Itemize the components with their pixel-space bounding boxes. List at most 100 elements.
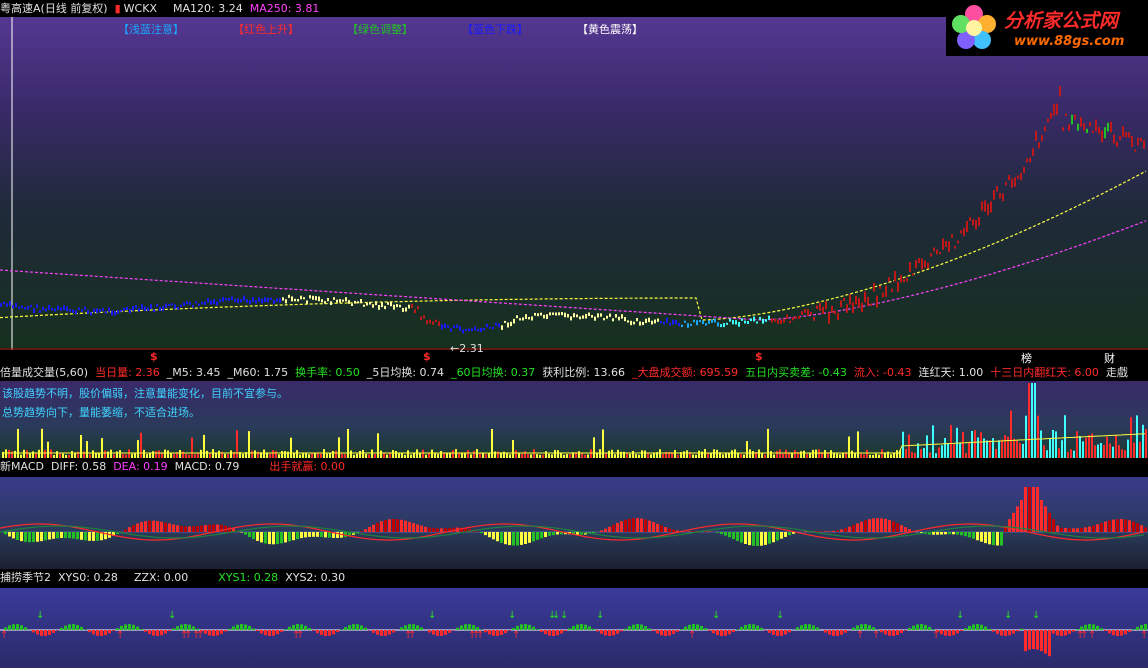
season-name[interactable]: 捕捞季节2 [0, 571, 51, 584]
season-bar [640, 624, 643, 630]
price-candle [972, 219, 974, 226]
season-bar [140, 629, 143, 630]
macd-panel[interactable] [0, 477, 1148, 569]
season-bar [724, 630, 727, 636]
season-bar [100, 630, 103, 636]
dollar-marker-2[interactable]: $ [423, 350, 431, 363]
stock-title[interactable]: 粤高速A(日线 前复权) [0, 2, 108, 15]
price-candle [567, 314, 569, 318]
price-candle [345, 297, 347, 302]
season-bar [1032, 630, 1035, 649]
volume-name[interactable]: 倍量成交量(5,60) [0, 366, 88, 379]
macd-bar [1068, 528, 1071, 532]
price-candle [957, 240, 959, 244]
macd-bar [824, 531, 827, 532]
macd-bar [396, 519, 399, 532]
macd-bar [820, 531, 823, 532]
macd-bar [240, 532, 243, 533]
volume-bar [995, 448, 997, 458]
price-candle [309, 295, 311, 299]
volume-bar [206, 450, 208, 458]
indicator-name[interactable]: WCKX [124, 2, 157, 15]
volume-bar [815, 449, 817, 458]
dollar-marker-1[interactable]: $ [150, 350, 158, 363]
price-candle [633, 321, 635, 325]
price-candle [723, 323, 725, 328]
season-bar [948, 630, 951, 636]
price-candle [870, 303, 872, 306]
price-candle [522, 317, 524, 321]
volume-bar [407, 450, 409, 458]
macd-bar [420, 525, 423, 532]
season-bar [256, 630, 259, 631]
volume-bar [1088, 435, 1090, 458]
volume-bar [758, 449, 760, 458]
volume-bar [230, 450, 232, 458]
macd-bar [176, 525, 179, 532]
season-panel[interactable]: ↑ ↓ ↑ ↓ ↑ ↑ ↑ ↑ ↑ ↑ ↑ ↑ ↓ ↑ ↑ ↑ ↓ ↑ ↓ ↓ ↓ ↓ ↑ ↓ ↓ ↑ ↑ ↑ ↓ ↓ ↓ ↑ ↑ ↑ ↑ [0, 588, 1148, 668]
price-candle [516, 315, 518, 319]
price-candle [594, 316, 596, 321]
price-candle [291, 296, 293, 302]
macd-bar [28, 532, 31, 543]
price-candle [228, 298, 230, 301]
price-candle [354, 300, 356, 304]
volume-bar [932, 425, 934, 458]
price-candle [24, 307, 26, 310]
price-candle [399, 304, 401, 308]
season-arrow-icon: ↓ [1004, 610, 1012, 621]
price-candle [693, 319, 695, 323]
macd-bar [160, 521, 163, 532]
macd-bar [988, 532, 991, 545]
price-candle [1062, 127, 1064, 132]
season-bar [460, 625, 463, 630]
price-candle [846, 304, 848, 313]
macd-name[interactable]: 新MACD [0, 460, 44, 473]
volume-bar [362, 449, 364, 458]
volume-bar [554, 450, 556, 458]
season-bar [664, 630, 667, 636]
volume-bar [1028, 383, 1030, 458]
season-arrow-icon: ↑ [856, 630, 864, 641]
season-bar [244, 624, 247, 630]
volume-bar [953, 444, 955, 458]
price-candle [327, 298, 329, 302]
season-bar [1084, 624, 1087, 630]
volume-bar [698, 450, 700, 458]
price-candle [696, 320, 698, 326]
price-candle [420, 316, 422, 321]
price-candle [12, 305, 14, 309]
macd-bar [76, 532, 79, 540]
price-candle [237, 298, 239, 304]
five-day-diff: 五日内买卖差: -0.43 [745, 366, 847, 379]
macd-bar [516, 532, 519, 546]
macd-bar [212, 524, 215, 532]
season-bar [304, 625, 307, 630]
price-candle [498, 323, 500, 328]
season-bar [1144, 624, 1147, 630]
macd-bar [848, 526, 851, 532]
price-candle [171, 303, 173, 306]
season-bar [1020, 628, 1023, 630]
season-bar [280, 630, 283, 632]
season-bar [984, 626, 987, 630]
price-candle [51, 307, 53, 311]
macd-bar [1092, 525, 1095, 532]
price-candle [426, 320, 428, 325]
season-bar [520, 624, 523, 630]
macd-bar [896, 523, 899, 532]
season-bar [316, 630, 319, 634]
price-candle [423, 315, 425, 319]
price-candle [84, 306, 86, 310]
price-candle [468, 328, 470, 331]
volume-bar [1007, 436, 1009, 458]
dollar-marker-3[interactable]: $ [755, 350, 763, 363]
price-candle [39, 310, 41, 313]
season-bar [20, 625, 23, 630]
profit-ratio: 获利比例: 13.66 [542, 366, 625, 379]
logo-url[interactable]: www.88gs.com [1014, 34, 1124, 49]
season-bar [240, 624, 243, 630]
price-candle [132, 306, 134, 311]
price-candle [219, 299, 221, 303]
legend-light-blue: 【浅蓝注意】 [118, 23, 184, 36]
